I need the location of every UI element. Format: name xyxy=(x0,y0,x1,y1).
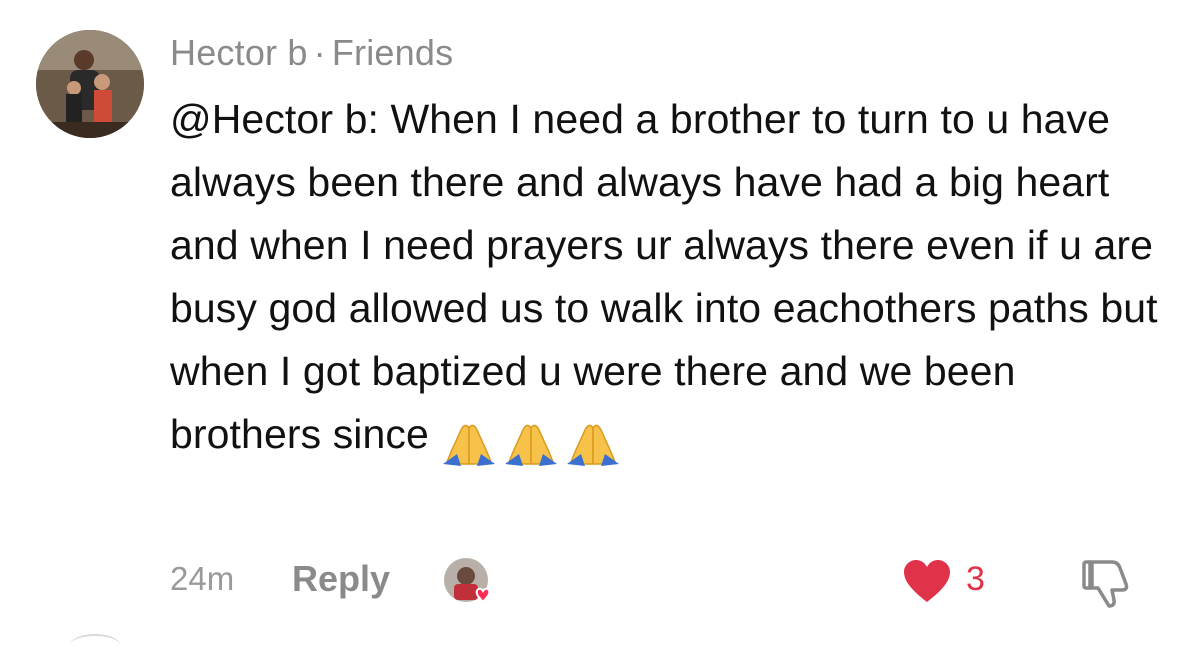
folded-hands-icon xyxy=(439,418,499,468)
header-separator: · xyxy=(313,32,326,73)
liked-by-avatar[interactable] xyxy=(440,554,496,610)
reply-button[interactable]: Reply xyxy=(292,558,390,600)
author-name[interactable]: Hector b xyxy=(170,32,308,73)
comment-text: @Hector b: When I need a brother to turn… xyxy=(170,96,1158,457)
next-comment-avatar-edge xyxy=(70,634,120,656)
folded-hands-icon xyxy=(501,418,561,468)
comment-body: @Hector b: When I need a brother to turn… xyxy=(170,88,1160,472)
folded-hands-icon xyxy=(563,418,623,468)
dislike-thumbs-down-icon[interactable] xyxy=(1082,558,1134,608)
comment-timestamp: 24m xyxy=(170,560,235,597)
comment-item: Hector b · Friends @Hector b: When I need … xyxy=(0,0,1179,644)
like-count: 3 xyxy=(966,560,985,598)
emoji-group xyxy=(439,409,625,472)
relationship-label: Friends xyxy=(331,32,454,73)
comment-header: Hector b · Friends xyxy=(170,32,453,74)
like-heart-icon[interactable] xyxy=(902,558,952,604)
author-avatar[interactable] xyxy=(36,30,144,138)
comment-footer: 24m Reply 3 xyxy=(0,550,1179,610)
